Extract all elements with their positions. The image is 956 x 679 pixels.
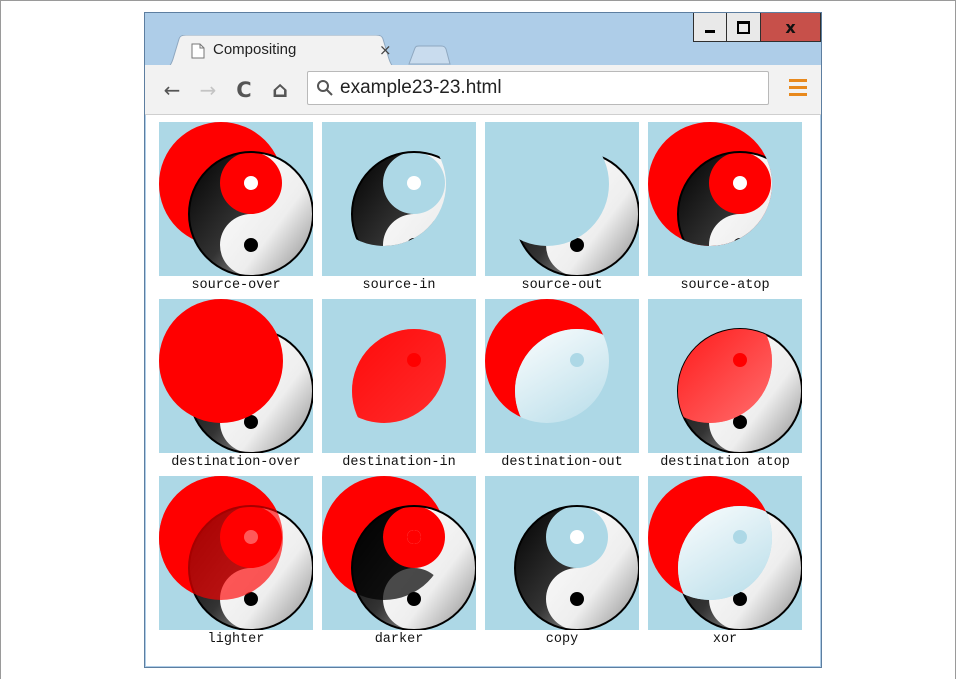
demo-cell-destination-atop: destination atop — [648, 299, 802, 476]
demo-label: copy — [545, 632, 579, 647]
back-arrow-icon: ← — [163, 78, 181, 102]
demo-label: destination-out — [501, 455, 623, 470]
canvas-source-over — [159, 122, 313, 276]
demo-cell-lighter: lighter — [159, 476, 313, 653]
close-button[interactable]: x — [761, 13, 821, 42]
demo-cell-destination-over: destination-over — [159, 299, 313, 476]
canvas-destination-in — [322, 299, 476, 453]
demo-cell-destination-out: destination-out — [485, 299, 639, 476]
demo-label: source-over — [191, 278, 281, 293]
demo-label: xor — [712, 632, 738, 647]
demo-label: lighter — [207, 632, 265, 647]
page-border-top — [0, 0, 956, 1]
window-controls: x — [693, 13, 821, 43]
demo-cell-source-out: source-out — [485, 122, 639, 299]
demo-label: destination-over — [171, 455, 301, 470]
demo-label: darker — [374, 632, 424, 647]
reload-button[interactable]: C — [231, 77, 257, 103]
tab-compositing[interactable]: Compositing × — [161, 35, 401, 69]
canvas-source-out — [485, 122, 639, 276]
hamburger-menu-icon[interactable] — [789, 79, 807, 99]
toolbar: ← → C ⌂ example23-23.html — [145, 65, 821, 115]
url-text: example23-23.html — [340, 77, 502, 98]
demo-cell-source-atop: source-atop — [648, 122, 802, 299]
canvas-destination-atop — [648, 299, 802, 453]
page-icon — [191, 43, 205, 59]
page-content: source-over source-in source-out source-… — [146, 115, 820, 666]
canvas-source-in — [322, 122, 476, 276]
close-icon: x — [785, 17, 796, 37]
new-tab-button[interactable] — [407, 45, 451, 65]
tab-close-icon[interactable]: × — [379, 41, 392, 59]
maximize-button[interactable] — [727, 13, 761, 42]
home-button[interactable]: ⌂ — [267, 77, 293, 103]
tab-title: Compositing — [213, 41, 297, 58]
canvas-destination-over — [159, 299, 313, 453]
demo-cell-source-in: source-in — [322, 122, 476, 299]
browser-window: x Compositing × ← → C ⌂ example23-23.htm… — [144, 12, 822, 668]
demo-cell-darker: darker — [322, 476, 476, 653]
canvas-lighter — [159, 476, 313, 630]
reload-icon: C — [236, 78, 252, 102]
demo-label: source-out — [521, 278, 603, 293]
back-button[interactable]: ← — [159, 77, 185, 103]
minimize-button[interactable] — [693, 13, 727, 42]
demo-label: source-atop — [680, 278, 770, 293]
demo-cell-source-over: source-over — [159, 122, 313, 299]
page-border-left — [0, 0, 1, 679]
forward-arrow-icon: → — [199, 78, 217, 102]
demo-cell-xor: xor — [648, 476, 802, 653]
search-icon — [317, 80, 333, 96]
address-bar[interactable]: example23-23.html — [307, 71, 769, 105]
canvas-darker — [322, 476, 476, 630]
forward-button[interactable]: → — [195, 77, 221, 103]
home-icon: ⌂ — [272, 77, 288, 103]
canvas-xor — [648, 476, 802, 630]
demo-label: source-in — [362, 278, 436, 293]
minimize-icon — [705, 29, 715, 33]
canvas-copy — [485, 476, 639, 630]
maximize-icon — [737, 20, 750, 34]
demo-cell-copy: copy — [485, 476, 639, 653]
canvas-source-atop — [648, 122, 802, 276]
demo-label: destination atop — [660, 455, 790, 470]
canvas-destination-out — [485, 299, 639, 453]
title-bar: x Compositing × — [145, 13, 821, 69]
demo-cell-destination-in: destination-in — [322, 299, 476, 476]
demo-label: destination-in — [342, 455, 456, 470]
